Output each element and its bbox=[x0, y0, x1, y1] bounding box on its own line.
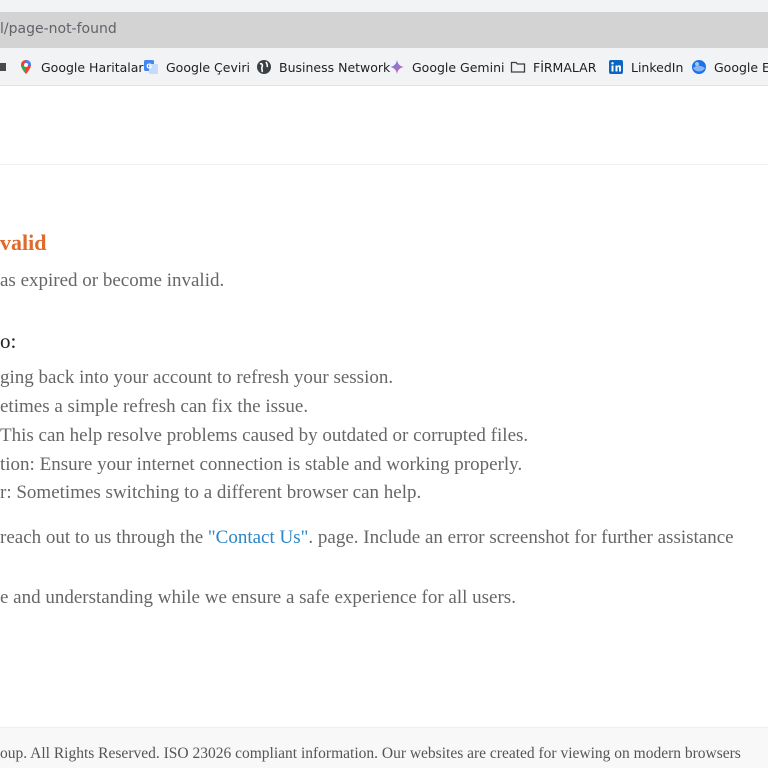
tip-item: etimes a simple refresh can fix the issu… bbox=[0, 396, 309, 417]
error-intro: as expired or become invalid. bbox=[0, 270, 225, 291]
contact-text-before: reach out to us through the bbox=[0, 527, 208, 548]
tip-item: tion: Ensure your internet connection is… bbox=[0, 454, 523, 475]
contact-us-link[interactable]: "Contact Us" bbox=[208, 527, 308, 548]
bookmark-label: Business Network bbox=[279, 59, 391, 75]
bookmark-google-haritalar[interactable]: Google Haritalar bbox=[18, 57, 144, 77]
bookmarks-bar: Google Haritalar G Google Çeviri Busines… bbox=[0, 48, 768, 86]
bookmark-label: Google Gemini bbox=[412, 59, 505, 75]
gemini-sparkle-icon bbox=[389, 59, 405, 75]
maps-pin-icon bbox=[18, 59, 34, 75]
bookmark-firmalar-folder[interactable]: FİRMALAR bbox=[510, 57, 596, 77]
main-content: valid as expired or become invalid. o: g… bbox=[0, 166, 768, 726]
contact-paragraph: reach out to us through the "Contact Us"… bbox=[0, 527, 734, 549]
tip-item: r: Sometimes switching to a different br… bbox=[0, 482, 422, 503]
globe-icon bbox=[256, 59, 272, 75]
bookmark-label: LinkedIn bbox=[631, 59, 684, 75]
bookmark-google-gemini[interactable]: Google Gemini bbox=[389, 57, 504, 77]
folder-icon bbox=[510, 59, 526, 75]
svg-text:G: G bbox=[146, 63, 152, 71]
footer-copyright: oup. All Rights Reserved. ISO 23026 comp… bbox=[0, 745, 741, 762]
address-bar[interactable]: l/page-not-found bbox=[0, 12, 768, 48]
bookmark-business-network[interactable]: Business Network bbox=[256, 57, 390, 77]
bookmark-truncated[interactable] bbox=[0, 57, 17, 77]
site-header bbox=[0, 87, 768, 165]
error-title: valid bbox=[0, 230, 47, 255]
tip-item: ging back into your account to refresh y… bbox=[0, 367, 394, 388]
bookmark-label: Google Haritalar bbox=[41, 59, 144, 75]
address-url[interactable]: l/page-not-found bbox=[0, 21, 117, 37]
tip-item: This can help resolve problems caused by… bbox=[0, 425, 529, 446]
translate-icon: G bbox=[143, 59, 159, 75]
linkedin-icon bbox=[608, 59, 624, 75]
bookmark-label: Google Ea bbox=[714, 59, 768, 75]
bookmark-label: FİRMALAR bbox=[533, 59, 597, 75]
truncated-icon bbox=[0, 59, 10, 75]
google-earth-icon bbox=[691, 59, 707, 75]
closing-paragraph: e and understanding while we ensure a sa… bbox=[0, 587, 516, 608]
bookmark-label: Google Çeviri bbox=[166, 59, 250, 75]
bookmark-linkedin[interactable]: LinkedIn bbox=[608, 57, 683, 77]
site-footer: oup. All Rights Reserved. ISO 23026 comp… bbox=[0, 727, 768, 768]
bookmark-google-ceviri[interactable]: G Google Çeviri bbox=[143, 57, 250, 77]
bookmark-google-earth[interactable]: Google Ea bbox=[691, 57, 768, 77]
contact-text-after: . page. Include an error screenshot for … bbox=[308, 527, 734, 548]
browser-tab-strip bbox=[0, 0, 768, 12]
tips-heading: o: bbox=[0, 329, 17, 353]
